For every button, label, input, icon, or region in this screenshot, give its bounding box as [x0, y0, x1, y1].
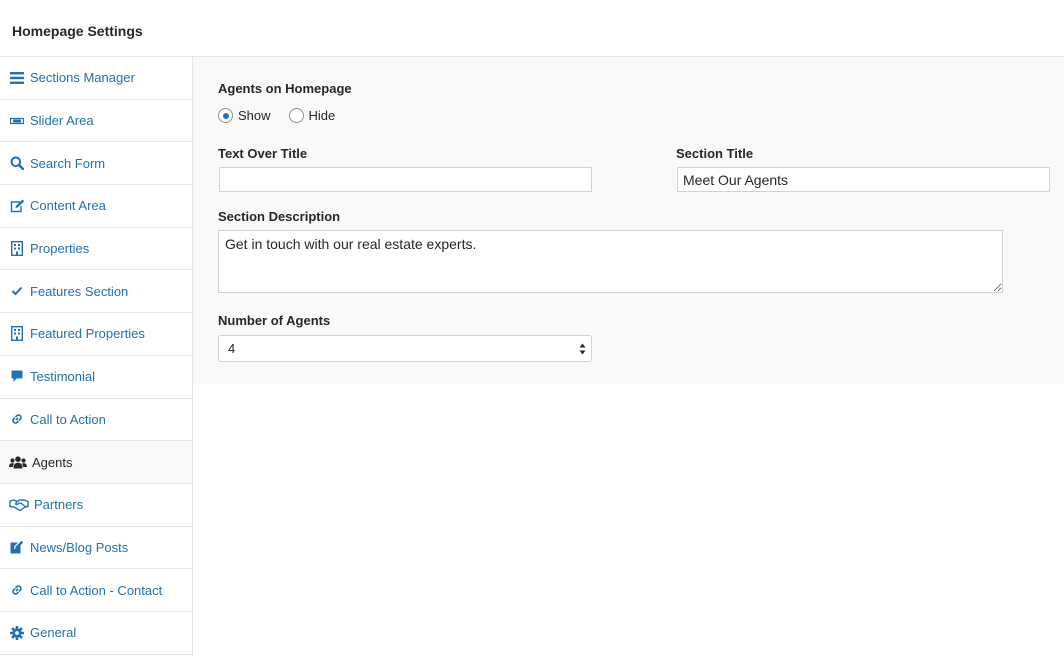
- sidebar-item-slider-area[interactable]: Slider Area: [0, 100, 192, 143]
- sidebar-item-label: Testimonial: [30, 369, 96, 385]
- sidebar-item-news-blog-posts[interactable]: News/Blog Posts: [0, 527, 192, 570]
- section-description-label: Section Description: [218, 209, 341, 224]
- sections-sidebar: Sections Manager Slider Area Search Form…: [0, 57, 193, 656]
- number-of-agents-select[interactable]: 4: [218, 335, 592, 362]
- hide-radio-dot[interactable]: [288, 108, 304, 123]
- sidebar-item-label: News/Blog Posts: [30, 539, 129, 555]
- sidebar-item-label: Sections Manager: [30, 70, 135, 86]
- link-icon: [9, 582, 25, 598]
- sidebar-item-label: Content Area: [30, 198, 106, 214]
- agents-on-homepage-label: Agents on Homepage: [218, 81, 352, 96]
- sidebar-item-label: Call to Action - Contact: [30, 582, 163, 598]
- text-over-title-input[interactable]: [219, 167, 592, 192]
- sidebar-item-general[interactable]: General: [0, 612, 192, 655]
- select-arrows-icon: [579, 342, 586, 356]
- sidebar-item-label: Featured Properties: [30, 326, 145, 342]
- show-radio-dot[interactable]: [218, 108, 233, 123]
- agents-settings-panel: Agents on Homepage Show Hide Text Over T…: [193, 57, 1064, 384]
- sidebar-item-label: Call to Action: [30, 411, 106, 427]
- number-of-agents-label: Number of Agents: [218, 313, 331, 328]
- gear-icon: [9, 625, 25, 641]
- sidebar-item-properties[interactable]: Properties: [0, 228, 192, 271]
- sidebar-item-label: Agents: [32, 454, 73, 470]
- sidebar-item-call-to-action[interactable]: Call to Action: [0, 399, 192, 442]
- sidebar-item-partners[interactable]: Partners: [0, 484, 192, 527]
- pencil-square-icon: [9, 539, 25, 555]
- page-title: Homepage Settings: [12, 23, 143, 39]
- edit-icon: [9, 198, 25, 214]
- hide-radio-label: Hide: [308, 108, 336, 123]
- sidebar-item-testimonial[interactable]: Testimonial: [0, 356, 192, 399]
- show-radio-label: Show: [238, 108, 271, 123]
- slider-icon: [9, 113, 25, 129]
- settings-header: Homepage Settings: [0, 0, 1064, 57]
- sidebar-item-content-area[interactable]: Content Area: [0, 185, 192, 228]
- sidebar-item-label: Slider Area: [30, 113, 94, 129]
- section-description-textarea[interactable]: Get in touch with our real estate expert…: [218, 230, 1003, 293]
- sidebar-item-featured-properties[interactable]: Featured Properties: [0, 313, 192, 356]
- sidebar-item-label: Partners: [34, 497, 84, 513]
- sidebar-item-agents[interactable]: Agents: [0, 441, 192, 484]
- sidebar-item-label: Properties: [30, 241, 90, 257]
- sidebar-item-features-section[interactable]: Features Section: [0, 270, 192, 314]
- section-title-label: Section Title: [676, 146, 754, 161]
- sidebar-item-label: General: [30, 625, 77, 641]
- sidebar-item-sections-manager[interactable]: Sections Manager: [0, 57, 192, 100]
- comment-icon: [9, 369, 25, 385]
- search-icon: [9, 155, 25, 171]
- building-icon: [9, 326, 25, 342]
- sidebar-item-call-to-action-contact[interactable]: Call to Action - Contact: [0, 569, 192, 612]
- building-icon: [9, 241, 25, 257]
- text-over-title-label: Text Over Title: [218, 146, 308, 161]
- users-icon: [9, 454, 27, 470]
- handshake-icon: [9, 497, 29, 513]
- number-of-agents-value: 4: [228, 341, 236, 356]
- sidebar-item-label: Search Form: [30, 155, 106, 171]
- menu-icon: [9, 70, 25, 86]
- hide-radio[interactable]: Hide: [288, 108, 336, 123]
- section-title-input[interactable]: [677, 167, 1050, 192]
- show-radio[interactable]: Show: [218, 108, 271, 123]
- sidebar-item-search-form[interactable]: Search Form: [0, 142, 192, 186]
- check-icon: [9, 283, 25, 299]
- agents-visibility-radio-group: Show Hide: [218, 108, 353, 123]
- link-icon: [9, 411, 25, 427]
- sidebar-item-label: Features Section: [30, 283, 129, 299]
